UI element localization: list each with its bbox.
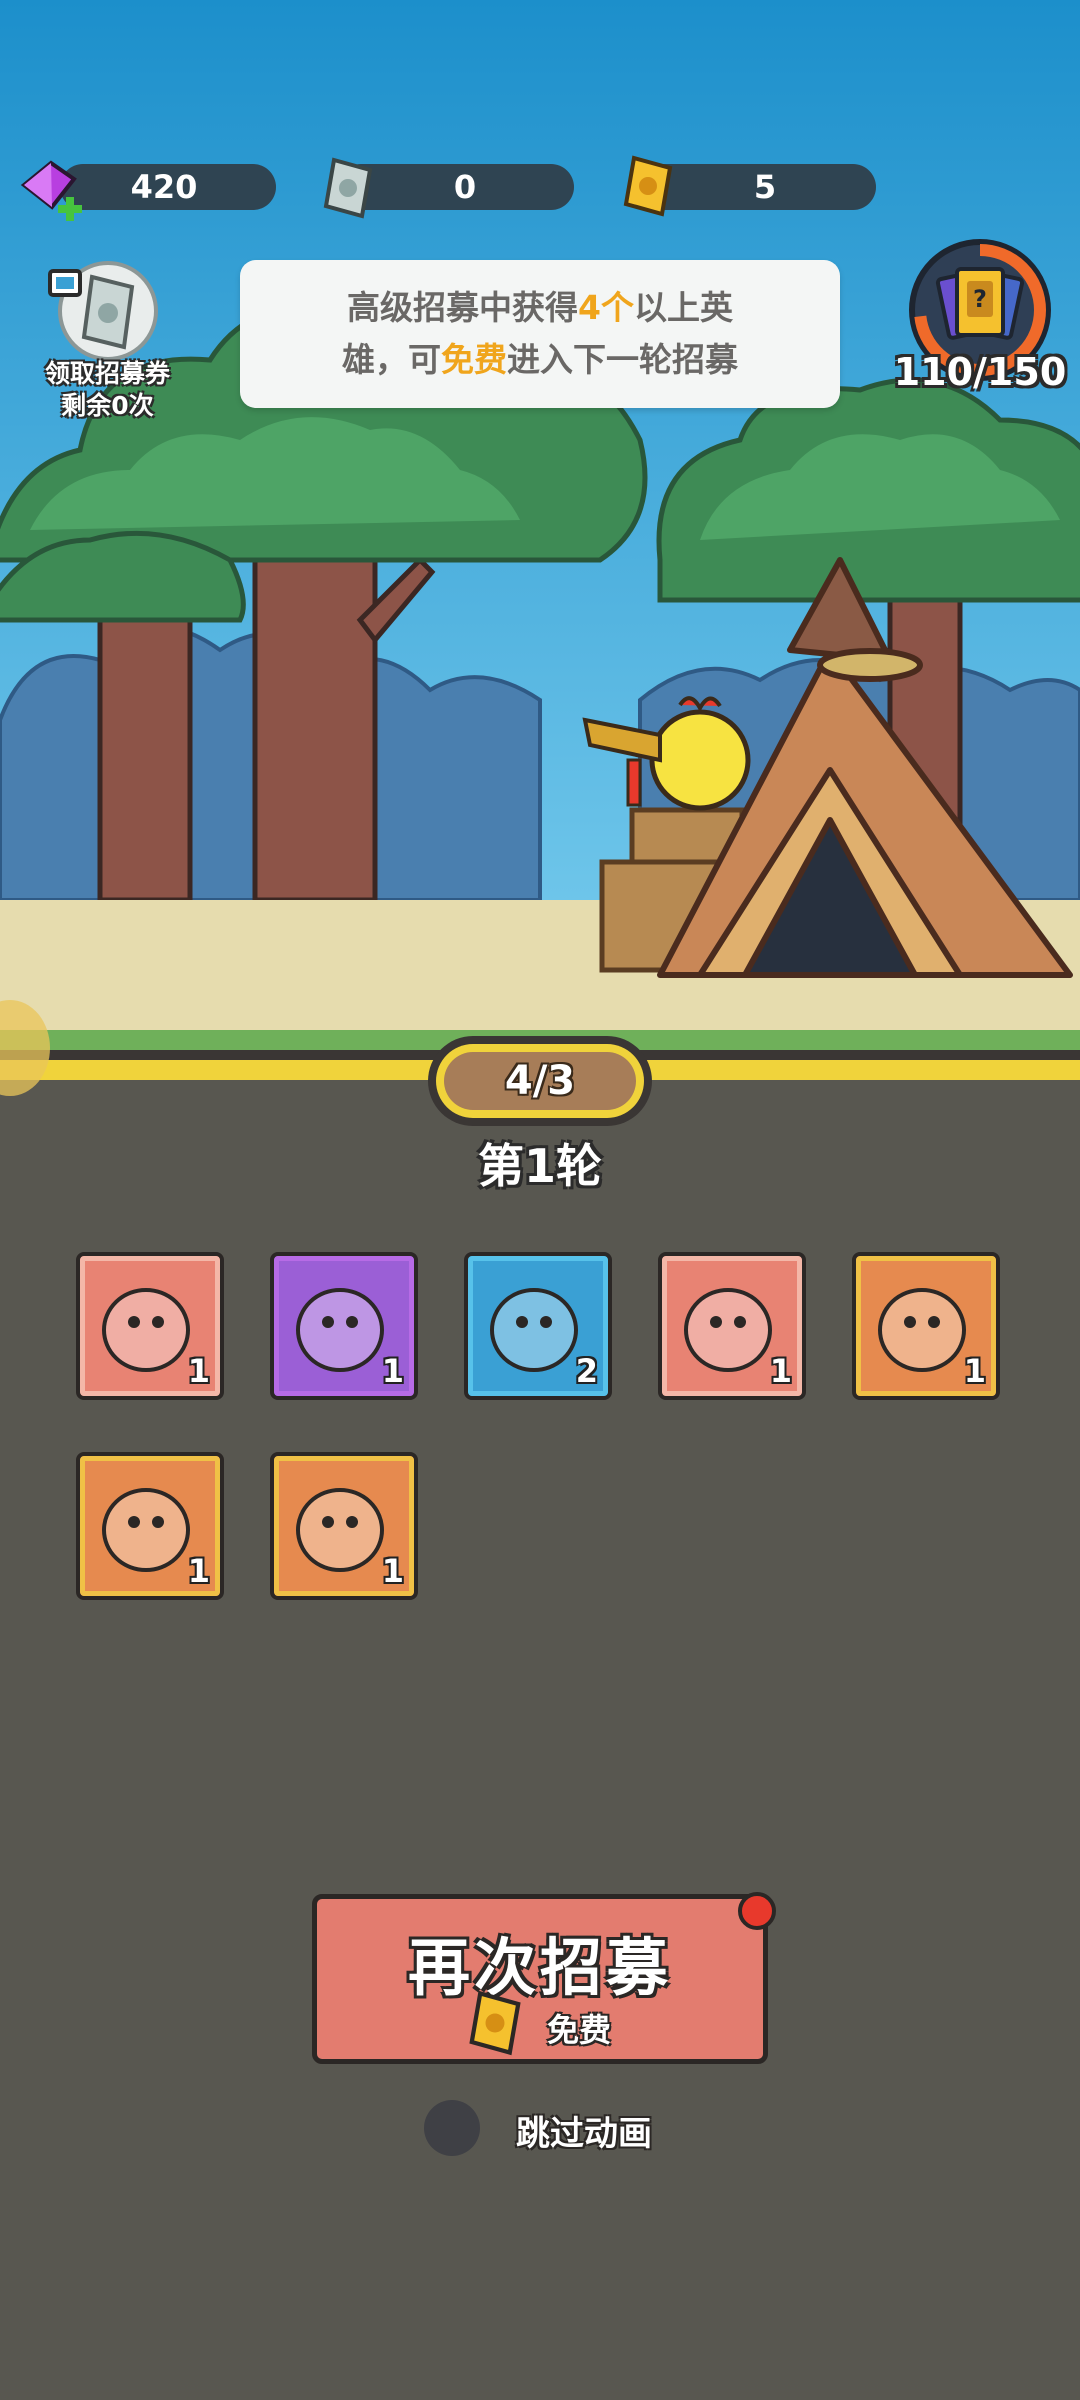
notice-text-4: 进入下一轮招募 (507, 340, 738, 379)
round-progress-text: 4/3 (444, 1052, 636, 1110)
hero-card-count: 1 (187, 1552, 210, 1590)
coupon-label-line2: 剩余0次 (61, 391, 154, 420)
coupon-label-line1: 领取招募券 (44, 359, 170, 388)
hero-card-count: 1 (381, 1352, 404, 1390)
gold-ticket-icon (623, 155, 673, 217)
hero-card[interactable]: 1 (852, 1252, 1000, 1400)
notification-dot (738, 1892, 776, 1930)
hero-card[interactable]: 1 (270, 1452, 418, 1600)
notice-highlight-free: 免费 (441, 340, 507, 379)
hero-card[interactable]: 1 (658, 1252, 806, 1400)
silver-ticket-icon (323, 157, 373, 219)
gem-count: 420 (130, 168, 198, 206)
notice-text-3: 雄，可 (342, 340, 441, 379)
skip-animation-label: 跳过动画 (516, 2114, 652, 2154)
hero-card-count: 1 (187, 1352, 210, 1390)
notice-text-1: 高级招募中获得 (347, 288, 579, 327)
notice-highlight-count: 4个 (578, 288, 634, 327)
hero-card-count: 1 (963, 1352, 986, 1390)
hero-card[interactable]: 1 (76, 1452, 224, 1600)
silver-ticket-count: 0 (453, 168, 477, 206)
hero-card[interactable]: 1 (76, 1252, 224, 1400)
round-label: 第1轮 (477, 1139, 602, 1193)
gem-add-icon[interactable] (16, 155, 86, 225)
recruit-again-button[interactable]: 再次招募 免费 (312, 1894, 768, 2064)
skip-animation-toggle[interactable] (424, 2100, 480, 2156)
recruit-notice: 高级招募中获得4个以上英 雄，可免费进入下一轮招募 (240, 260, 840, 408)
recruit-again-label: 再次招募 (407, 1931, 672, 2004)
svg-text:?: ? (973, 285, 987, 313)
hero-card-count: 1 (769, 1352, 792, 1390)
notice-text-2: 以上英 (633, 288, 733, 327)
tv-coupon-icon (48, 261, 158, 361)
collection-progress-text: 110/150 (893, 350, 1067, 394)
hero-card-count: 2 (575, 1352, 598, 1390)
hero-card[interactable]: 1 (270, 1252, 418, 1400)
claim-coupon-button[interactable] (40, 255, 170, 365)
gold-ticket-icon (469, 1990, 521, 2056)
recruit-cost-label: 免费 (547, 2011, 612, 2049)
hero-card[interactable]: 2 (464, 1252, 612, 1400)
hero-card-count: 1 (381, 1552, 404, 1590)
coupon-remaining-label: 领取招募券 剩余0次 (20, 358, 195, 422)
camp-scene (0, 0, 1080, 1080)
gold-ticket-count: 5 (753, 168, 777, 206)
